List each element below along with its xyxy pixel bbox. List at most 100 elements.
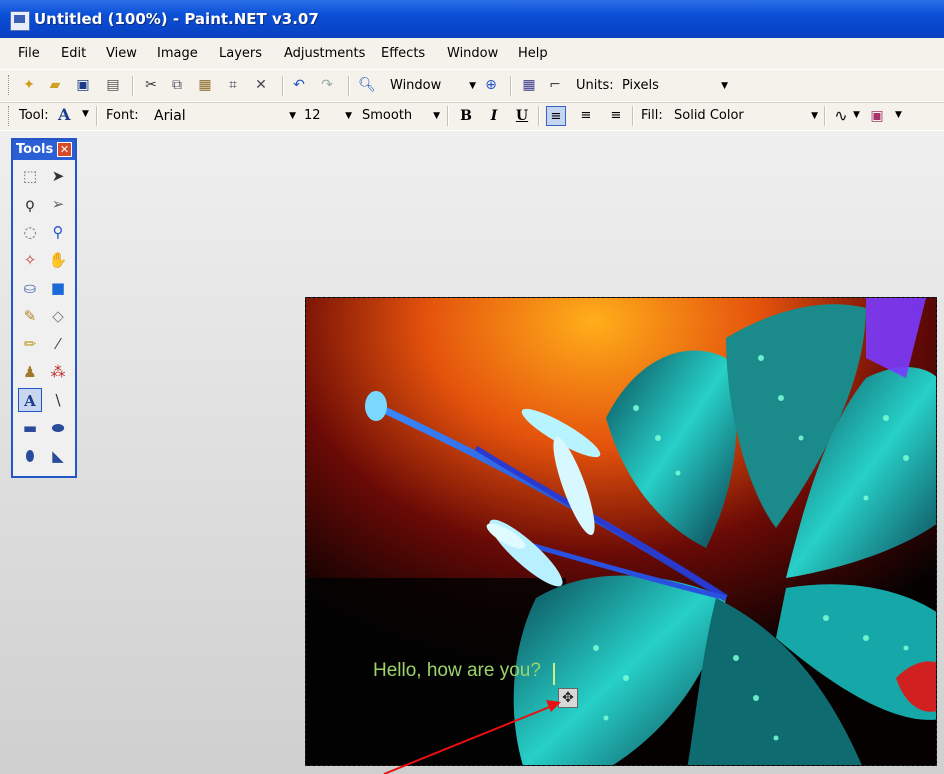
chevron-down-icon: ▼ [289,111,296,121]
color-picker-icon[interactable]: ⁄ [46,332,70,356]
clone-stamp-icon[interactable]: ♟ [18,360,42,384]
new-file-icon[interactable]: ✦ [20,76,38,94]
move-selected-pixels-icon[interactable]: ➤ [46,164,70,188]
antialiasing-select[interactable]: Smooth ▼ [358,106,442,126]
flower-photo [306,298,936,765]
rectangle-select-icon[interactable]: ⬚ [18,164,42,188]
zoom-select[interactable]: Window ▼ [386,76,478,96]
antialiasing-value: Smooth [362,108,413,123]
print-icon[interactable]: ▤ [104,76,122,94]
font-select-value: Arial [154,108,186,124]
chevron-down-icon[interactable]: ▼ [82,109,89,119]
zoom-in-icon[interactable]: ⊕ [482,76,500,94]
zoom-out-icon[interactable]: 🔍︎ [358,76,376,94]
menu-edit[interactable]: Edit [61,46,86,61]
image-canvas[interactable] [305,297,937,766]
bold-button[interactable]: B [456,106,476,126]
font-label: Font: [106,108,139,123]
line-curve-icon[interactable]: \ [46,388,70,412]
rounded-rectangle-icon[interactable]: ⬬ [46,416,70,440]
toolbar-grip[interactable] [8,106,11,126]
tool-label: Tool: [19,108,49,123]
save-icon[interactable]: ▣ [74,76,92,94]
open-folder-icon[interactable]: ▰ [46,76,64,94]
menu-window[interactable]: Window [447,46,498,61]
units-select-value: Pixels [622,78,659,93]
toolbar-separator [538,106,540,126]
chevron-down-icon: ▼ [433,111,440,121]
ellipse-icon[interactable]: ⬮ [18,444,42,468]
fill-select[interactable]: Solid Color ▼ [670,106,820,126]
zoom-icon[interactable]: ⚲ [46,220,70,244]
chevron-down-icon[interactable]: ▼ [895,110,902,120]
font-size-value: 12 [304,108,321,123]
text-cursor [553,663,555,685]
toolbar-separator [824,106,826,126]
menu-view[interactable]: View [106,46,137,61]
chevron-down-icon: ▼ [811,111,818,121]
current-tool-text-icon[interactable]: A [58,105,70,124]
toolbar-grip[interactable] [8,75,11,95]
canvas-text[interactable]: Hello, how are you? [373,660,541,682]
blend-mode-icon[interactable]: ▣ [868,107,886,125]
redo-icon[interactable]: ↷ [318,76,336,94]
align-left-icon[interactable]: ≡ [546,106,566,126]
eraser-icon[interactable]: ◇ [46,304,70,328]
fill-label: Fill: [641,108,663,123]
tools-window-header[interactable]: Tools ✕ [13,140,75,160]
align-right-icon[interactable]: ≡ [606,106,626,126]
text-tool-icon[interactable]: A [18,388,42,412]
gradient-icon[interactable]: ■ [46,276,70,300]
magic-wand-icon[interactable]: ✧ [18,248,42,272]
pencil-icon[interactable]: ✏ [18,332,42,356]
units-select[interactable]: Pixels ▼ [618,76,730,96]
font-select[interactable]: Arial ▼ [150,106,298,126]
main-toolbar: ✦ ▰ ▣ ▤ ✂ ⧉ ▦ ⌗ ✕ ↶ ↷ 🔍︎ Window ▼ ⊕ ▦ ⌐ … [0,69,944,103]
pan-hand-icon[interactable]: ✋ [46,248,70,272]
italic-button[interactable]: I [484,106,504,126]
ellipse-select-icon[interactable]: ◌ [18,220,42,244]
recolor-icon[interactable]: ⁂ [46,360,70,384]
close-icon[interactable]: ✕ [57,142,72,157]
antialiasing-curve-icon[interactable]: ∿ [832,107,850,125]
window-title: Untitled (100%) - Paint.NET v3.07 [34,10,319,28]
lasso-select-icon[interactable]: ϙ [18,192,42,216]
menu-help[interactable]: Help [518,46,548,61]
toolbar-separator [632,106,634,126]
paintbrush-icon[interactable]: ✎ [18,304,42,328]
font-size-select[interactable]: 12 ▼ [300,106,354,126]
crop-to-selection-icon[interactable]: ⌗ [224,76,242,94]
grid-icon[interactable]: ▦ [520,76,538,94]
menu-adjustments[interactable]: Adjustments [284,46,365,61]
menu-image[interactable]: Image [157,46,198,61]
rulers-icon[interactable]: ⌐ [546,76,564,94]
tools-window-title: Tools [16,142,54,157]
paint-bucket-icon[interactable]: ⛀ [18,276,42,300]
toolbar-separator [447,106,449,126]
move-selection-icon[interactable]: ➢ [46,192,70,216]
rectangle-icon[interactable]: ▬ [18,416,42,440]
menu-bar: File Edit View Image Layers Adjustments … [0,40,944,68]
fill-select-value: Solid Color [674,108,744,123]
tools-window: Tools ✕ ⬚ ➤ ϙ ➢ ◌ ⚲ ✧ ✋ ⛀ ■ ✎ ◇ ✏ ⁄ ♟ ⁂ … [11,138,77,478]
toolbar-separator [282,76,284,96]
align-center-icon[interactable]: ≡ [576,106,596,126]
menu-layers[interactable]: Layers [219,46,262,61]
freeform-shape-icon[interactable]: ◣ [46,444,70,468]
deselect-icon[interactable]: ✕ [252,76,270,94]
menu-file[interactable]: File [18,46,40,61]
undo-icon[interactable]: ↶ [290,76,308,94]
units-label: Units: [576,78,614,93]
chevron-down-icon[interactable]: ▼ [853,110,860,120]
copy-icon[interactable]: ⧉ [168,76,186,94]
title-bar: Untitled (100%) - Paint.NET v3.07 [0,0,944,38]
menu-effects[interactable]: Effects [381,46,425,61]
zoom-select-value: Window [390,78,442,93]
underline-button[interactable]: U [512,106,532,126]
paste-icon[interactable]: ▦ [196,76,214,94]
chevron-down-icon: ▼ [469,81,476,91]
paint-net-app-icon[interactable] [10,11,30,31]
cut-icon[interactable]: ✂ [142,76,160,94]
chevron-down-icon: ▼ [721,81,728,91]
move-handle-icon[interactable]: ✥ [558,688,578,708]
